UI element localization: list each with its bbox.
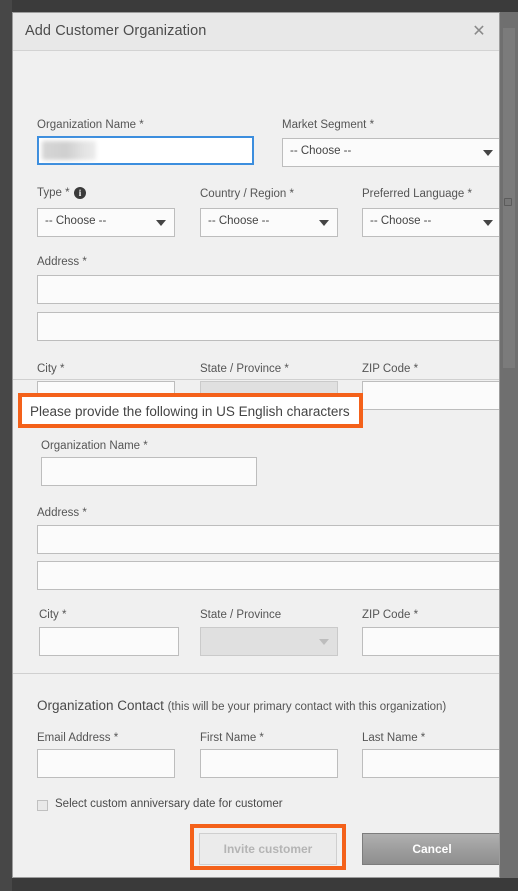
page-scrollbar[interactable]	[499, 12, 518, 878]
address-label: Address *	[37, 256, 87, 268]
state-label: State / Province *	[200, 363, 289, 375]
chevron-down-icon	[319, 220, 329, 226]
country-select[interactable]: -- Choose --	[200, 208, 338, 237]
preferred-language-label: Preferred Language *	[362, 188, 472, 200]
dialog-title: Add Customer Organization	[25, 23, 207, 39]
chevron-down-icon	[483, 150, 493, 156]
city-label: City *	[37, 363, 65, 375]
last-name-input[interactable]	[362, 749, 499, 778]
english-zip-label: ZIP Code *	[362, 609, 419, 621]
email-input[interactable]	[37, 749, 175, 778]
english-state-select[interactable]	[200, 627, 338, 656]
address-line2-input[interactable]	[37, 312, 499, 341]
first-name-label: First Name *	[200, 732, 264, 744]
market-segment-value: -- Choose --	[290, 145, 352, 157]
page-backdrop-top	[0, 0, 518, 12]
organization-contact-heading-main: Organization Contact	[37, 698, 164, 713]
zip-label: ZIP Code *	[362, 363, 419, 375]
market-segment-label: Market Segment *	[282, 119, 375, 131]
chevron-down-icon	[156, 220, 166, 226]
english-org-name-label: Organization Name *	[41, 440, 148, 452]
market-segment-select[interactable]: -- Choose --	[282, 138, 499, 167]
dialog-body: Organization Name * Market Segment * -- …	[13, 51, 499, 877]
country-label: Country / Region *	[200, 188, 294, 200]
primary-details-section: Organization Name * Market Segment * -- …	[13, 51, 499, 410]
org-name-redacted-value	[42, 141, 96, 160]
screen: Add Customer Organization ✕ Organization…	[0, 0, 518, 891]
org-name-label: Organization Name *	[37, 119, 144, 131]
anniversary-date-checkbox[interactable]	[37, 800, 48, 811]
english-org-name-input[interactable]	[41, 457, 257, 486]
email-label: Email Address *	[37, 732, 119, 744]
preferred-language-value: -- Choose --	[370, 215, 432, 227]
type-select[interactable]: -- Choose --	[37, 208, 175, 237]
type-label: Type *	[37, 187, 70, 199]
cancel-button[interactable]: Cancel	[362, 833, 499, 865]
english-address-label: Address *	[37, 507, 87, 519]
info-icon[interactable]: i	[74, 187, 86, 199]
chevron-down-icon	[483, 220, 493, 226]
country-value: -- Choose --	[208, 215, 270, 227]
invite-customer-button[interactable]: Invite customer	[199, 833, 337, 865]
first-name-input[interactable]	[200, 749, 338, 778]
type-value: -- Choose --	[45, 215, 107, 227]
address-line1-input[interactable]	[37, 275, 499, 304]
add-customer-organization-dialog: Add Customer Organization ✕ Organization…	[12, 12, 500, 878]
anniversary-date-label: Select custom anniversary date for custo…	[55, 798, 283, 810]
english-city-input[interactable]	[39, 627, 179, 656]
close-icon[interactable]: ✕	[469, 22, 489, 42]
english-address-line2-input[interactable]	[37, 561, 499, 590]
page-scrollbar-notch	[504, 198, 512, 206]
organization-contact-heading: Organization Contact (this will be your …	[37, 698, 446, 713]
english-state-label: State / Province	[200, 609, 282, 621]
organization-contact-heading-sub: (this will be your primary contact with …	[167, 701, 447, 713]
dialog-header: Add Customer Organization ✕	[13, 13, 499, 51]
english-city-label: City *	[39, 609, 67, 621]
page-backdrop-left	[0, 0, 12, 891]
us-english-section: Please provide the following in US Engli…	[13, 380, 499, 674]
english-zip-input[interactable]	[362, 627, 499, 656]
organization-contact-section: Organization Contact (this will be your …	[13, 674, 499, 877]
chevron-down-icon	[319, 639, 329, 645]
preferred-language-select[interactable]: -- Choose --	[362, 208, 499, 237]
english-notice-label: Please provide the following in US Engli…	[30, 404, 350, 419]
english-address-line1-input[interactable]	[37, 525, 499, 554]
last-name-label: Last Name *	[362, 732, 426, 744]
